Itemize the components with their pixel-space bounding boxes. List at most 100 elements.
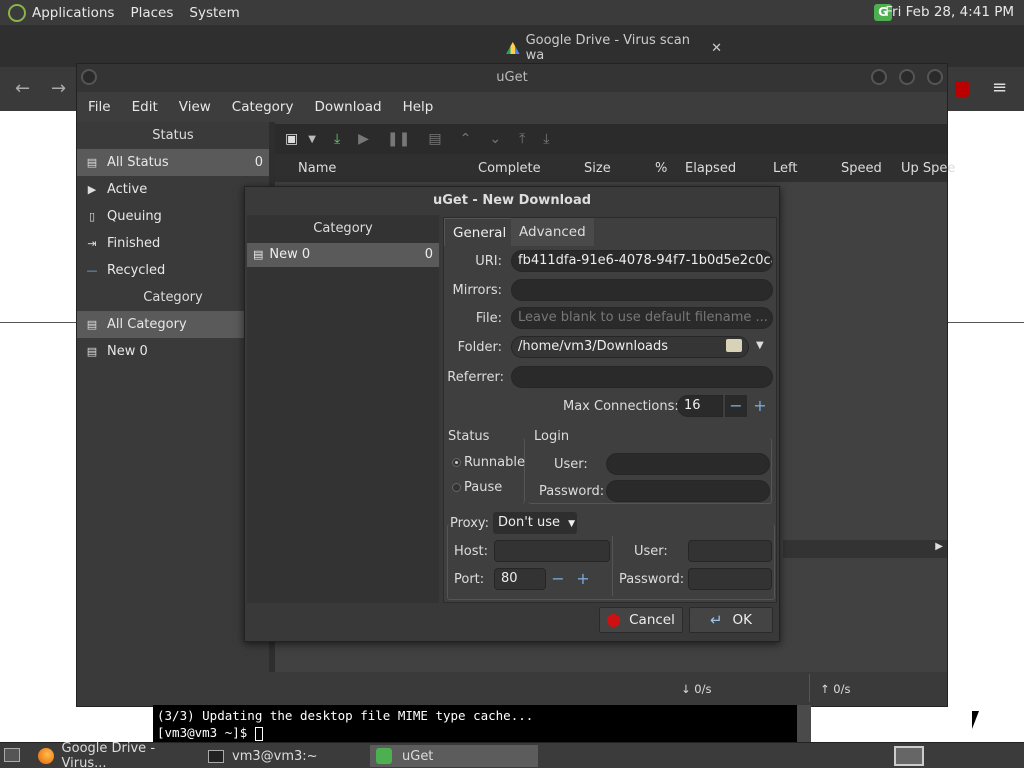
forward-arrow-icon[interactable]: → bbox=[51, 78, 66, 99]
folder-icon[interactable] bbox=[726, 339, 742, 352]
move-down-icon[interactable]: ⌄ bbox=[489, 131, 501, 147]
scroll-right-icon[interactable]: ▶ bbox=[935, 541, 943, 552]
stack-icon: ▤ bbox=[86, 156, 98, 169]
minus-icon[interactable]: − bbox=[547, 568, 569, 590]
referrer-label: Referrer: bbox=[447, 370, 504, 385]
sidebar-item-all-status[interactable]: ▤ All Status 0 bbox=[77, 149, 269, 176]
uri-label: URI: bbox=[475, 254, 502, 269]
menu-file[interactable]: File bbox=[88, 99, 111, 115]
menu-download[interactable]: Download bbox=[314, 99, 381, 115]
sidebar-item-recycled[interactable]: — Recycled bbox=[77, 257, 269, 284]
horizontal-scrollbar[interactable]: ▶ bbox=[783, 540, 947, 558]
ok-button[interactable]: ↵ OK bbox=[689, 607, 773, 633]
browser-tab-google-drive[interactable]: Google Drive - Virus scan wa ✕ bbox=[496, 33, 722, 63]
taskbar-item-terminal[interactable]: vm3@vm3:~ bbox=[202, 745, 370, 767]
move-bottom-icon[interactable]: ⤓ bbox=[543, 131, 549, 147]
login-user-input[interactable] bbox=[606, 453, 770, 475]
column-up-speed[interactable]: Up Spee bbox=[901, 161, 955, 176]
new-download-icon[interactable]: ▣ bbox=[285, 131, 298, 147]
move-up-icon[interactable]: ⌃ bbox=[460, 131, 472, 147]
document-icon: ▯ bbox=[88, 210, 96, 223]
column-complete[interactable]: Complete bbox=[478, 161, 541, 176]
workspace-switcher-icon[interactable] bbox=[894, 746, 924, 766]
column-left[interactable]: Left bbox=[773, 161, 797, 176]
pause-label[interactable]: Pause bbox=[464, 480, 502, 495]
browser-tab-label: Google Drive - Virus scan wa bbox=[525, 33, 691, 63]
sidebar-item-count: 0 bbox=[254, 155, 263, 170]
mirrors-input[interactable] bbox=[511, 279, 773, 301]
show-desktop-icon[interactable] bbox=[4, 748, 20, 762]
column-name[interactable]: Name bbox=[298, 161, 336, 176]
menu-category[interactable]: Category bbox=[232, 99, 294, 115]
close-icon[interactable] bbox=[927, 69, 943, 85]
upload-speed: ↑ 0/s bbox=[820, 682, 851, 696]
sidebar-item-active[interactable]: ▶ Active bbox=[77, 176, 269, 203]
move-top-icon[interactable]: ⤒ bbox=[519, 131, 525, 147]
taskbar-item-uget[interactable]: uGet bbox=[370, 745, 538, 767]
dialog-category-item-new-0[interactable]: ▤ New 0 0 bbox=[247, 243, 439, 267]
pause-icon[interactable]: ❚❚ bbox=[387, 131, 410, 147]
runnable-label[interactable]: Runnable bbox=[464, 455, 525, 470]
dialog-title[interactable]: uGet - New Download bbox=[245, 187, 779, 215]
system-menu[interactable]: System bbox=[189, 5, 239, 21]
stack-icon: ▤ bbox=[253, 248, 264, 261]
uget-titlebar[interactable]: uGet bbox=[77, 64, 947, 92]
sidebar-item-new-0[interactable]: ▤ New 0 bbox=[77, 338, 269, 365]
download-speed: ↓ 0/s bbox=[681, 682, 712, 696]
dialog-category-header: Category bbox=[313, 221, 373, 236]
referrer-input[interactable] bbox=[511, 366, 773, 388]
start-icon[interactable]: ▶ bbox=[358, 131, 369, 147]
proxy-user-input[interactable] bbox=[688, 540, 772, 562]
places-menu[interactable]: Places bbox=[130, 5, 173, 21]
column-percent[interactable]: % bbox=[655, 161, 667, 176]
terminal-prompt-line: [vm3@vm3 ~]$ bbox=[157, 724, 807, 741]
uget-icon bbox=[376, 748, 392, 764]
cancel-icon bbox=[607, 613, 621, 627]
terminal-scrollbar[interactable] bbox=[797, 705, 811, 743]
pause-radio[interactable] bbox=[452, 483, 461, 492]
max-connections-input[interactable]: 16 bbox=[677, 395, 723, 417]
ublock-icon[interactable] bbox=[955, 81, 969, 97]
uri-input[interactable]: fb411dfa-91e6-4078-94f7-1b0d5e2c0cab bbox=[511, 250, 773, 272]
maximize-icon[interactable] bbox=[899, 69, 915, 85]
distro-logo-icon[interactable] bbox=[8, 3, 26, 22]
download-icon[interactable]: ⤓ bbox=[334, 131, 340, 147]
proxy-host-input[interactable] bbox=[494, 540, 610, 562]
terminal-output[interactable]: (3/3) Updating the desktop file MIME typ… bbox=[153, 705, 811, 743]
menu-view[interactable]: View bbox=[179, 99, 211, 115]
tab-general[interactable]: General bbox=[444, 218, 516, 246]
window-menu-icon[interactable] bbox=[81, 69, 97, 85]
close-tab-icon[interactable]: ✕ bbox=[711, 41, 722, 56]
folder-input[interactable]: /home/vm3/Downloads bbox=[511, 336, 749, 358]
proxy-port-input[interactable]: 80 bbox=[494, 568, 546, 590]
applications-menu[interactable]: Applications bbox=[32, 5, 114, 21]
proxy-password-input[interactable] bbox=[688, 568, 772, 590]
chevron-down-icon[interactable]: ▼ bbox=[756, 340, 764, 351]
enter-icon: ↵ bbox=[709, 611, 723, 629]
back-arrow-icon[interactable]: ← bbox=[15, 78, 30, 99]
taskbar: Google Drive - Virus... vm3@vm3:~ uGet bbox=[0, 741, 1024, 771]
sidebar-item-finished[interactable]: ⇥ Finished bbox=[77, 230, 269, 257]
chevron-down-icon[interactable]: ▼ bbox=[308, 134, 316, 145]
minimize-icon[interactable] bbox=[871, 69, 887, 85]
menu-edit[interactable]: Edit bbox=[132, 99, 158, 115]
menu-help[interactable]: Help bbox=[403, 99, 434, 115]
taskbar-item-browser[interactable]: Google Drive - Virus... bbox=[32, 741, 200, 771]
column-elapsed[interactable]: Elapsed bbox=[685, 161, 736, 176]
file-input[interactable]: Leave blank to use default filename ... bbox=[511, 307, 773, 329]
runnable-radio[interactable] bbox=[452, 458, 461, 467]
minus-icon[interactable]: − bbox=[725, 395, 747, 417]
sidebar-item-queuing[interactable]: ▯ Queuing bbox=[77, 203, 269, 230]
google-drive-icon bbox=[506, 42, 520, 54]
column-speed[interactable]: Speed bbox=[841, 161, 882, 176]
sidebar-item-all-category[interactable]: ▤ All Category bbox=[77, 311, 269, 338]
tab-advanced[interactable]: Advanced bbox=[511, 218, 594, 246]
clock[interactable]: Fri Feb 28, 4:41 PM bbox=[885, 4, 1014, 20]
column-size[interactable]: Size bbox=[584, 161, 611, 176]
hamburger-menu-icon[interactable]: ≡ bbox=[992, 77, 1007, 98]
properties-icon[interactable]: ▤ bbox=[428, 131, 441, 147]
plus-icon[interactable]: + bbox=[572, 568, 594, 590]
plus-icon[interactable]: + bbox=[749, 395, 771, 417]
login-password-input[interactable] bbox=[606, 480, 770, 502]
cancel-button[interactable]: Cancel bbox=[599, 607, 683, 633]
